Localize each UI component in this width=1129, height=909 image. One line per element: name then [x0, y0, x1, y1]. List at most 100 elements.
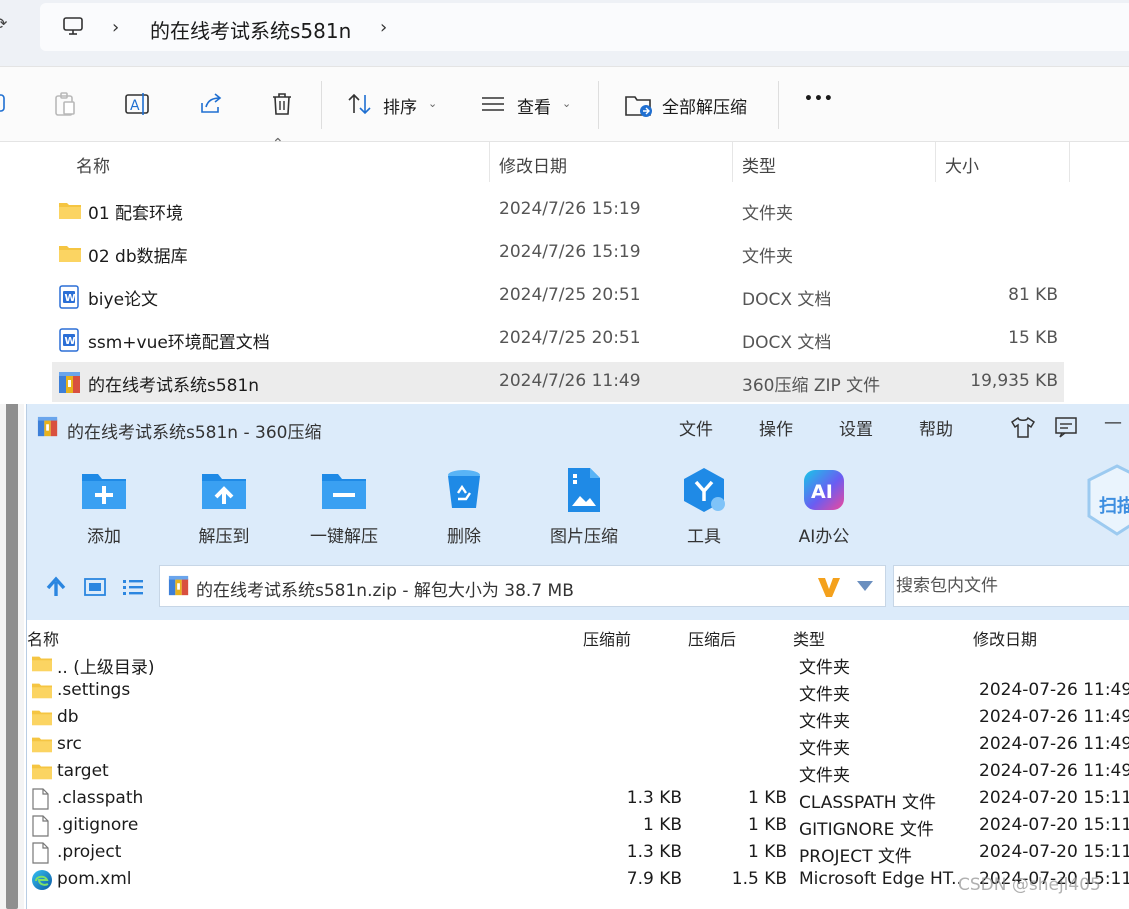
column-header-name[interactable]: 名称 [76, 152, 110, 177]
column-divider[interactable] [489, 142, 490, 182]
path-dropdown-arrow-icon[interactable] [856, 580, 874, 592]
delete-archive-item-button[interactable]: 删除 [409, 462, 519, 552]
file-modified: 2024/7/25 20:51 [499, 285, 641, 305]
folder-icon [32, 656, 52, 672]
skin-shirt-icon[interactable] [1011, 416, 1035, 438]
paste-icon[interactable] [52, 91, 78, 117]
more-options-button[interactable]: ••• [804, 91, 834, 107]
archive-row[interactable]: .settings 文件夹 2024-07-26 11:49 [27, 677, 1129, 705]
archive-row[interactable]: .project 1.3 KB 1 KB PROJECT 文件 2024-07-… [27, 839, 1129, 867]
minimize-icon[interactable]: — [1104, 412, 1122, 433]
ai-office-button[interactable]: AI AI办公 [769, 462, 879, 552]
zip-archive-icon [59, 372, 80, 393]
breadcrumb-current-folder[interactable]: 的在线考试系统s581n [150, 15, 351, 44]
column-header-type[interactable]: 类型 [793, 626, 825, 650]
column-header-type[interactable]: 类型 [742, 152, 776, 177]
verified-v-icon[interactable] [816, 575, 842, 599]
search-in-archive-box[interactable] [893, 565, 1129, 607]
extract-all-button[interactable]: 全部解压缩 [662, 93, 747, 118]
extract-all-icon[interactable] [624, 91, 654, 119]
file-row[interactable]: W biye论文 2024/7/25 20:51 DOCX 文档 81 KB [52, 276, 1064, 316]
view-dropdown-chevron-icon[interactable]: ⌄ [562, 97, 571, 110]
file-size: 19,935 KB [970, 371, 1058, 391]
column-header-name[interactable]: 名称 [27, 626, 59, 650]
archive-item-name: .classpath [57, 788, 144, 808]
archive-row[interactable]: src 文件夹 2024-07-26 11:49 [27, 731, 1129, 759]
column-header-after-size[interactable]: 压缩后 [688, 626, 736, 650]
archive-row[interactable]: .gitignore 1 KB 1 KB GITIGNORE 文件 2024-0… [27, 812, 1129, 840]
archive-item-name: target [57, 761, 109, 781]
column-header-size[interactable]: 大小 [945, 152, 979, 177]
archive-path-text: 的在线考试系统s581n.zip - 解包大小为 38.7 MB [196, 581, 574, 601]
add-button[interactable]: 添加 [49, 462, 159, 552]
menu-operate[interactable]: 操作 [759, 415, 793, 440]
archive-row[interactable]: .. (上级目录) 文件夹 [27, 650, 1129, 678]
zip-archive-icon [168, 575, 189, 596]
file-row-selected[interactable]: 的在线考试系统s581n 2024/7/26 11:49 360压缩 ZIP 文… [52, 362, 1064, 402]
menu-file[interactable]: 文件 [679, 415, 713, 440]
address-bar[interactable]: › 的在线考试系统s581n › [40, 3, 1129, 51]
sort-icon[interactable] [346, 91, 374, 117]
sort-dropdown-chevron-icon[interactable]: ⌄ [428, 97, 437, 110]
sort-ascending-indicator-icon: ⌃ [272, 136, 284, 152]
up-level-arrow-icon[interactable] [45, 576, 67, 598]
thumbnail-view-icon[interactable] [83, 576, 107, 598]
file-name: 02 db数据库 [88, 247, 188, 267]
one-click-extract-button[interactable]: 一键解压 [289, 462, 399, 552]
archive-item-modified: 2024-07-26 11:49 [979, 734, 1129, 754]
archive-row[interactable]: .classpath 1.3 KB 1 KB CLASSPATH 文件 2024… [27, 785, 1129, 813]
breadcrumb-chevron-icon[interactable]: › [380, 17, 387, 38]
scan-shield-badge[interactable]: 扫描 [1085, 462, 1129, 542]
delete-label: 删除 [447, 527, 481, 547]
archive-item-name: .settings [57, 680, 131, 700]
delete-icon[interactable] [270, 91, 294, 117]
archive-path-box[interactable]: 的在线考试系统s581n.zip - 解包大小为 38.7 MB [159, 565, 886, 607]
archive-item-modified: 2024-07-20 15:11 [979, 815, 1129, 835]
menu-settings[interactable]: 设置 [839, 415, 873, 440]
sort-button[interactable]: 排序 [383, 93, 417, 118]
column-header-modified[interactable]: 修改日期 [499, 152, 567, 177]
column-divider[interactable] [935, 142, 936, 182]
share-icon[interactable] [198, 91, 224, 117]
file-row[interactable]: W ssm+vue环境配置文档 2024/7/25 20:51 DOCX 文档 … [52, 319, 1064, 359]
file-icon [32, 842, 49, 864]
breadcrumb-chevron-icon[interactable]: › [112, 17, 119, 38]
archive-item-modified: 2024-07-20 15:11 [979, 788, 1129, 808]
extract-to-icon [202, 474, 246, 509]
tools-button[interactable]: 工具 [649, 462, 759, 552]
column-divider[interactable] [1069, 142, 1070, 182]
view-button[interactable]: 查看 [517, 93, 551, 118]
archive-item-name: .. (上级目录) [57, 658, 155, 678]
one-click-extract-label: 一键解压 [310, 527, 378, 547]
view-icon[interactable] [480, 91, 506, 117]
archive-item-type: 文件夹 [799, 712, 850, 732]
svg-text:W: W [65, 293, 76, 304]
cut-icon[interactable] [0, 91, 8, 117]
archive-item-before: 7.9 KB [626, 869, 682, 889]
menu-help[interactable]: 帮助 [919, 415, 953, 440]
image-compress-icon [568, 468, 600, 512]
search-in-archive-input[interactable] [894, 566, 1129, 606]
image-compress-button[interactable]: 图片压缩 [529, 462, 639, 552]
column-divider[interactable] [732, 142, 733, 182]
archive-item-after: 1 KB [747, 815, 787, 835]
back-glyph-icon[interactable]: ⟳ [0, 14, 7, 33]
archive-row[interactable]: target 文件夹 2024-07-26 11:49 [27, 758, 1129, 786]
zip-list-header: 名称 压缩前 压缩后 类型 修改日期 [27, 620, 1129, 650]
rename-icon[interactable]: A [124, 91, 152, 117]
extract-to-button[interactable]: 解压到 [169, 462, 279, 552]
list-view-icon[interactable] [121, 576, 145, 598]
image-compress-label: 图片压缩 [550, 527, 618, 547]
toolbar-separator [598, 81, 599, 129]
zip-app-icon [37, 416, 58, 437]
file-row[interactable]: 01 配套环境 2024/7/26 15:19 文件夹 [52, 190, 1064, 230]
archive-row[interactable]: db 文件夹 2024-07-26 11:49 [27, 704, 1129, 732]
file-name: biye论文 [88, 290, 159, 310]
file-modified: 2024/7/26 11:49 [499, 371, 641, 391]
this-pc-icon[interactable] [62, 15, 84, 37]
file-row[interactable]: 02 db数据库 2024/7/26 15:19 文件夹 [52, 233, 1064, 273]
extract-to-label: 解压到 [198, 527, 250, 547]
column-header-before-size[interactable]: 压缩前 [583, 626, 631, 650]
feedback-icon[interactable] [1054, 416, 1078, 438]
column-header-modified[interactable]: 修改日期 [973, 626, 1037, 650]
